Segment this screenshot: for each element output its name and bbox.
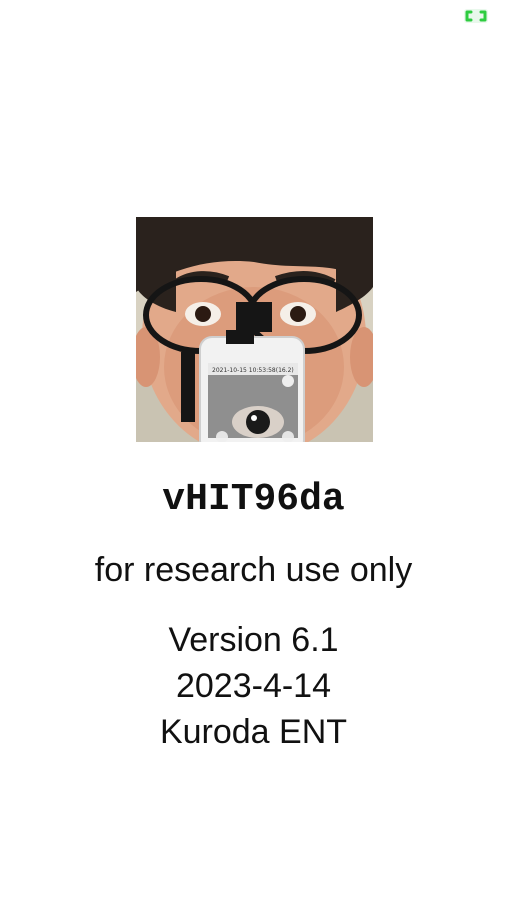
usage-notice: for research use only: [94, 551, 413, 589]
version-text: Version 6.1: [168, 621, 339, 659]
splash-photo: 2021-10-15 10:53:58(16.2): [136, 217, 373, 442]
app-title: vHIT96da: [162, 478, 345, 521]
camera-indicator-icon: [463, 8, 489, 24]
author-name: Kuroda ENT: [159, 713, 348, 751]
app-info: Version 6.1 2023-4-14 Kuroda ENT: [0, 617, 507, 755]
phone-screen-text: 2021-10-15 10:53:58(16.2): [212, 367, 294, 374]
release-date: 2023-4-14: [175, 667, 331, 705]
